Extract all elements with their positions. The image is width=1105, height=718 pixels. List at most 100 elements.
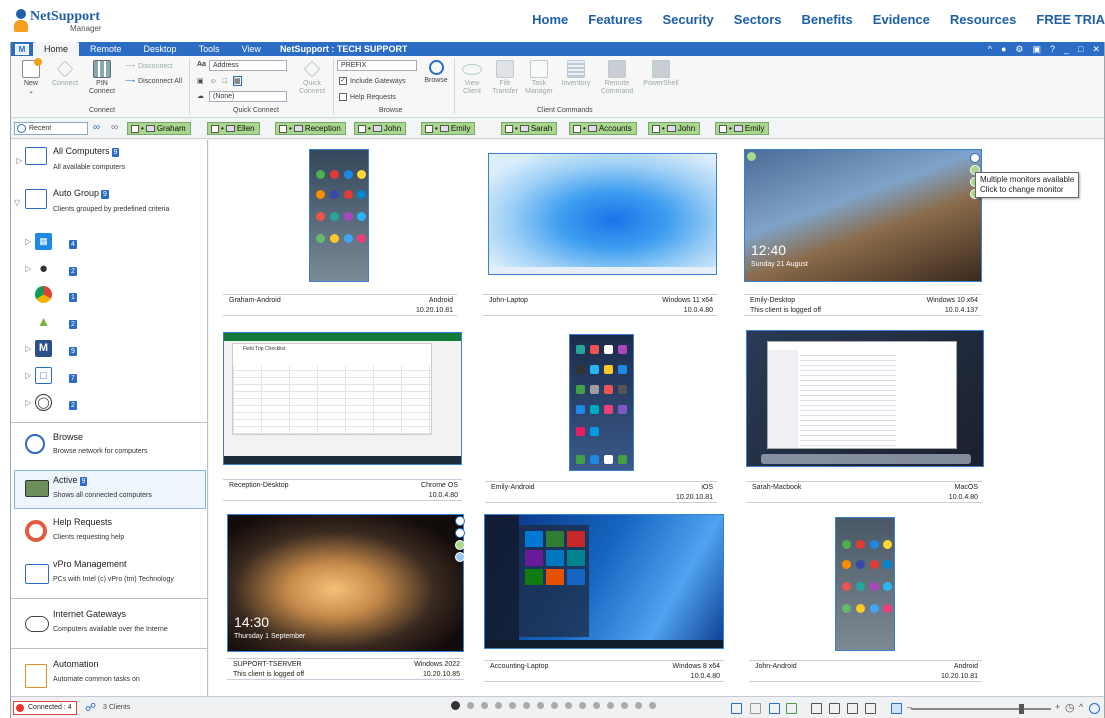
prefix-input[interactable]: PREFIX (337, 60, 417, 71)
tab-desktop[interactable]: Desktop (133, 42, 188, 56)
close-icon[interactable]: ✕ (1092, 42, 1100, 56)
client-thumbnail[interactable] (746, 330, 984, 467)
powershell-button[interactable]: PowerShell (639, 60, 683, 88)
quick-item-graham[interactable]: • Graham (127, 122, 191, 135)
grid-icon[interactable]: ▦ (233, 76, 242, 86)
new-button[interactable]: New ⌄ (17, 58, 45, 96)
quick-item-emily[interactable]: • Emily (421, 122, 476, 135)
quick-item-john[interactable]: • John (354, 122, 407, 135)
link-icon[interactable]: ∞ (93, 122, 100, 133)
chevron-up-icon[interactable]: ^ (1079, 702, 1083, 712)
quick-item-emily-2[interactable]: • Emily (715, 122, 770, 135)
page-dot[interactable] (565, 702, 572, 709)
os-group-windows[interactable]: ▷ ▦ 4 (25, 232, 77, 250)
expand-icon[interactable]: ▷ (16, 156, 22, 165)
client-thumbnail[interactable]: Field Trip Checklist (223, 332, 462, 465)
page-dot[interactable] (593, 702, 600, 709)
connected-status[interactable]: Connected : 4 (13, 701, 77, 715)
quick-item-john-2[interactable]: • John (648, 122, 701, 135)
address-dropdown[interactable]: Address (209, 60, 287, 71)
quick-item-sarah[interactable]: • Sarah (501, 122, 558, 135)
disconnect-all-button[interactable]: ⟶ Disconnect All (125, 77, 182, 86)
include-gateways-checkbox[interactable]: ✓ Include Gateways (339, 77, 406, 85)
large-icons-view-icon[interactable] (731, 703, 742, 714)
zoom-slider[interactable] (911, 704, 1051, 714)
medium-icons-view-icon[interactable] (750, 703, 761, 714)
globe-icon[interactable]: ● (1001, 42, 1006, 56)
view-client-button[interactable]: View Client (458, 60, 486, 96)
inventory-button[interactable]: Inventory (559, 60, 593, 88)
nav-security[interactable]: Security (662, 12, 713, 27)
tree-help-requests[interactable]: Help Requests Clients requesting help (11, 512, 208, 550)
unlink-icon[interactable]: ∞ (111, 122, 118, 133)
group-view-icon[interactable] (769, 703, 780, 714)
tab-view[interactable]: View (231, 42, 272, 56)
nav-features[interactable]: Features (588, 12, 642, 27)
disconnect-button[interactable]: ⟶ Disconnect (125, 62, 173, 71)
nav-sectors[interactable]: Sectors (734, 12, 782, 27)
tile-view-icon[interactable] (865, 703, 876, 714)
os-group-apple[interactable]: ▷ ● 2 (25, 259, 77, 277)
search-icon[interactable] (1089, 703, 1100, 714)
list-view-icon[interactable] (829, 703, 840, 714)
nav-home[interactable]: Home (532, 12, 568, 27)
page-dot[interactable] (467, 702, 474, 709)
nav-resources[interactable]: Resources (950, 12, 1016, 27)
task-manager-button[interactable]: Task Manager (523, 60, 555, 96)
nav-free-trial[interactable]: FREE TRIA (1036, 12, 1105, 27)
netsupport-logo[interactable]: NetSupport Manager (14, 9, 102, 33)
page-dot[interactable] (451, 701, 460, 710)
page-dot[interactable] (495, 702, 502, 709)
pin-connect-button[interactable]: PIN Connect (85, 60, 119, 96)
tab-remote[interactable]: Remote (79, 42, 133, 56)
client-thumbnail[interactable] (835, 517, 895, 651)
page-dot[interactable] (481, 702, 488, 709)
zoom-slider-handle[interactable] (1019, 704, 1024, 714)
details-view-icon[interactable] (811, 703, 822, 714)
os-group-globe[interactable]: ▷ ◯ 2 (25, 393, 77, 411)
small-view-icon[interactable] (847, 703, 858, 714)
tab-home[interactable]: Home (33, 42, 80, 56)
tree-active[interactable]: Active 9 Shows all connected computers (11, 470, 208, 508)
help-requests-checkbox[interactable]: Help Requests (339, 93, 396, 101)
page-dot[interactable] (551, 702, 558, 709)
window-icon[interactable]: □ (223, 78, 227, 85)
client-thumbnail[interactable]: 12:40 Sunday 21 August (744, 149, 982, 282)
app-icon[interactable]: M (15, 43, 29, 55)
os-group-netsupport[interactable]: ▷ M 9 (25, 339, 77, 357)
os-group-cube[interactable]: ▷ □ 7 (25, 366, 77, 384)
page-dot[interactable] (649, 702, 656, 709)
collapse-icon[interactable]: ▽ (14, 198, 20, 207)
monitor-dot-icon[interactable] (455, 540, 465, 550)
nav-evidence[interactable]: Evidence (873, 12, 930, 27)
gear-icon[interactable]: ⚙ (1015, 42, 1023, 56)
quick-item-ellen[interactable]: • Ellen (207, 122, 260, 135)
remote-command-button[interactable]: Remote Command (599, 60, 635, 96)
tree-vpro-management[interactable]: vPro Management PCs with Intel (c) vPro … (11, 554, 208, 594)
page-dot[interactable] (607, 702, 614, 709)
status-view-icon[interactable] (786, 703, 797, 714)
maximize-icon[interactable]: □ (1078, 42, 1083, 56)
thumbnail-view-icon[interactable] (891, 703, 902, 714)
minimize-icon[interactable]: _ (1064, 42, 1069, 56)
monitor-dot-icon[interactable] (455, 552, 465, 562)
recent-dropdown[interactable]: Recent (14, 122, 88, 135)
zoom-out-icon[interactable]: – (907, 702, 912, 712)
client-thumbnail[interactable] (488, 153, 717, 275)
user-icon[interactable]: ☺ (210, 78, 217, 85)
clock-icon[interactable]: ◷ (1065, 701, 1075, 714)
browse-button[interactable]: Browse (421, 60, 451, 85)
quick-item-accounts[interactable]: • Accounts (569, 122, 637, 135)
client-thumbnail[interactable] (484, 514, 724, 649)
quick-item-reception[interactable]: • Reception (275, 122, 346, 135)
notes-icon[interactable]: ▣ (1032, 42, 1041, 56)
help-icon[interactable]: ? (1050, 42, 1055, 56)
os-group-chrome[interactable]: 1 (25, 285, 77, 303)
nav-benefits[interactable]: Benefits (802, 12, 853, 27)
page-dot[interactable] (579, 702, 586, 709)
page-dot[interactable] (635, 702, 642, 709)
monitor-selector-icon[interactable] (455, 516, 465, 526)
tree-internet-gateways[interactable]: Internet Gateways Computers available ov… (11, 604, 208, 644)
none-dropdown[interactable]: (None) (209, 91, 287, 102)
page-dot[interactable] (523, 702, 530, 709)
